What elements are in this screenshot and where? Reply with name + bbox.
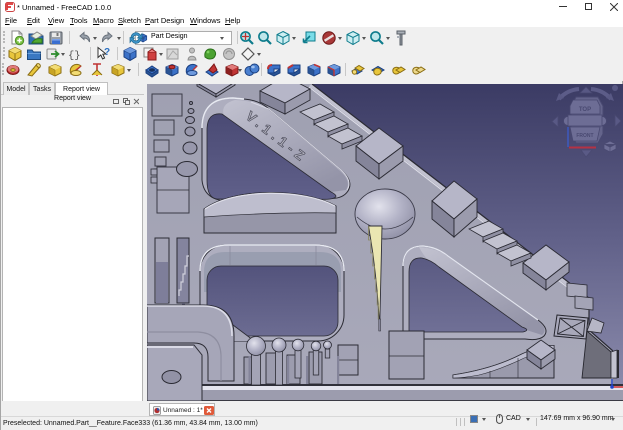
svg-text:TOP: TOP bbox=[579, 107, 591, 113]
svg-text:?: ? bbox=[104, 47, 110, 58]
svg-text:{}: {} bbox=[68, 50, 81, 62]
svg-text:FRONT: FRONT bbox=[576, 133, 593, 139]
